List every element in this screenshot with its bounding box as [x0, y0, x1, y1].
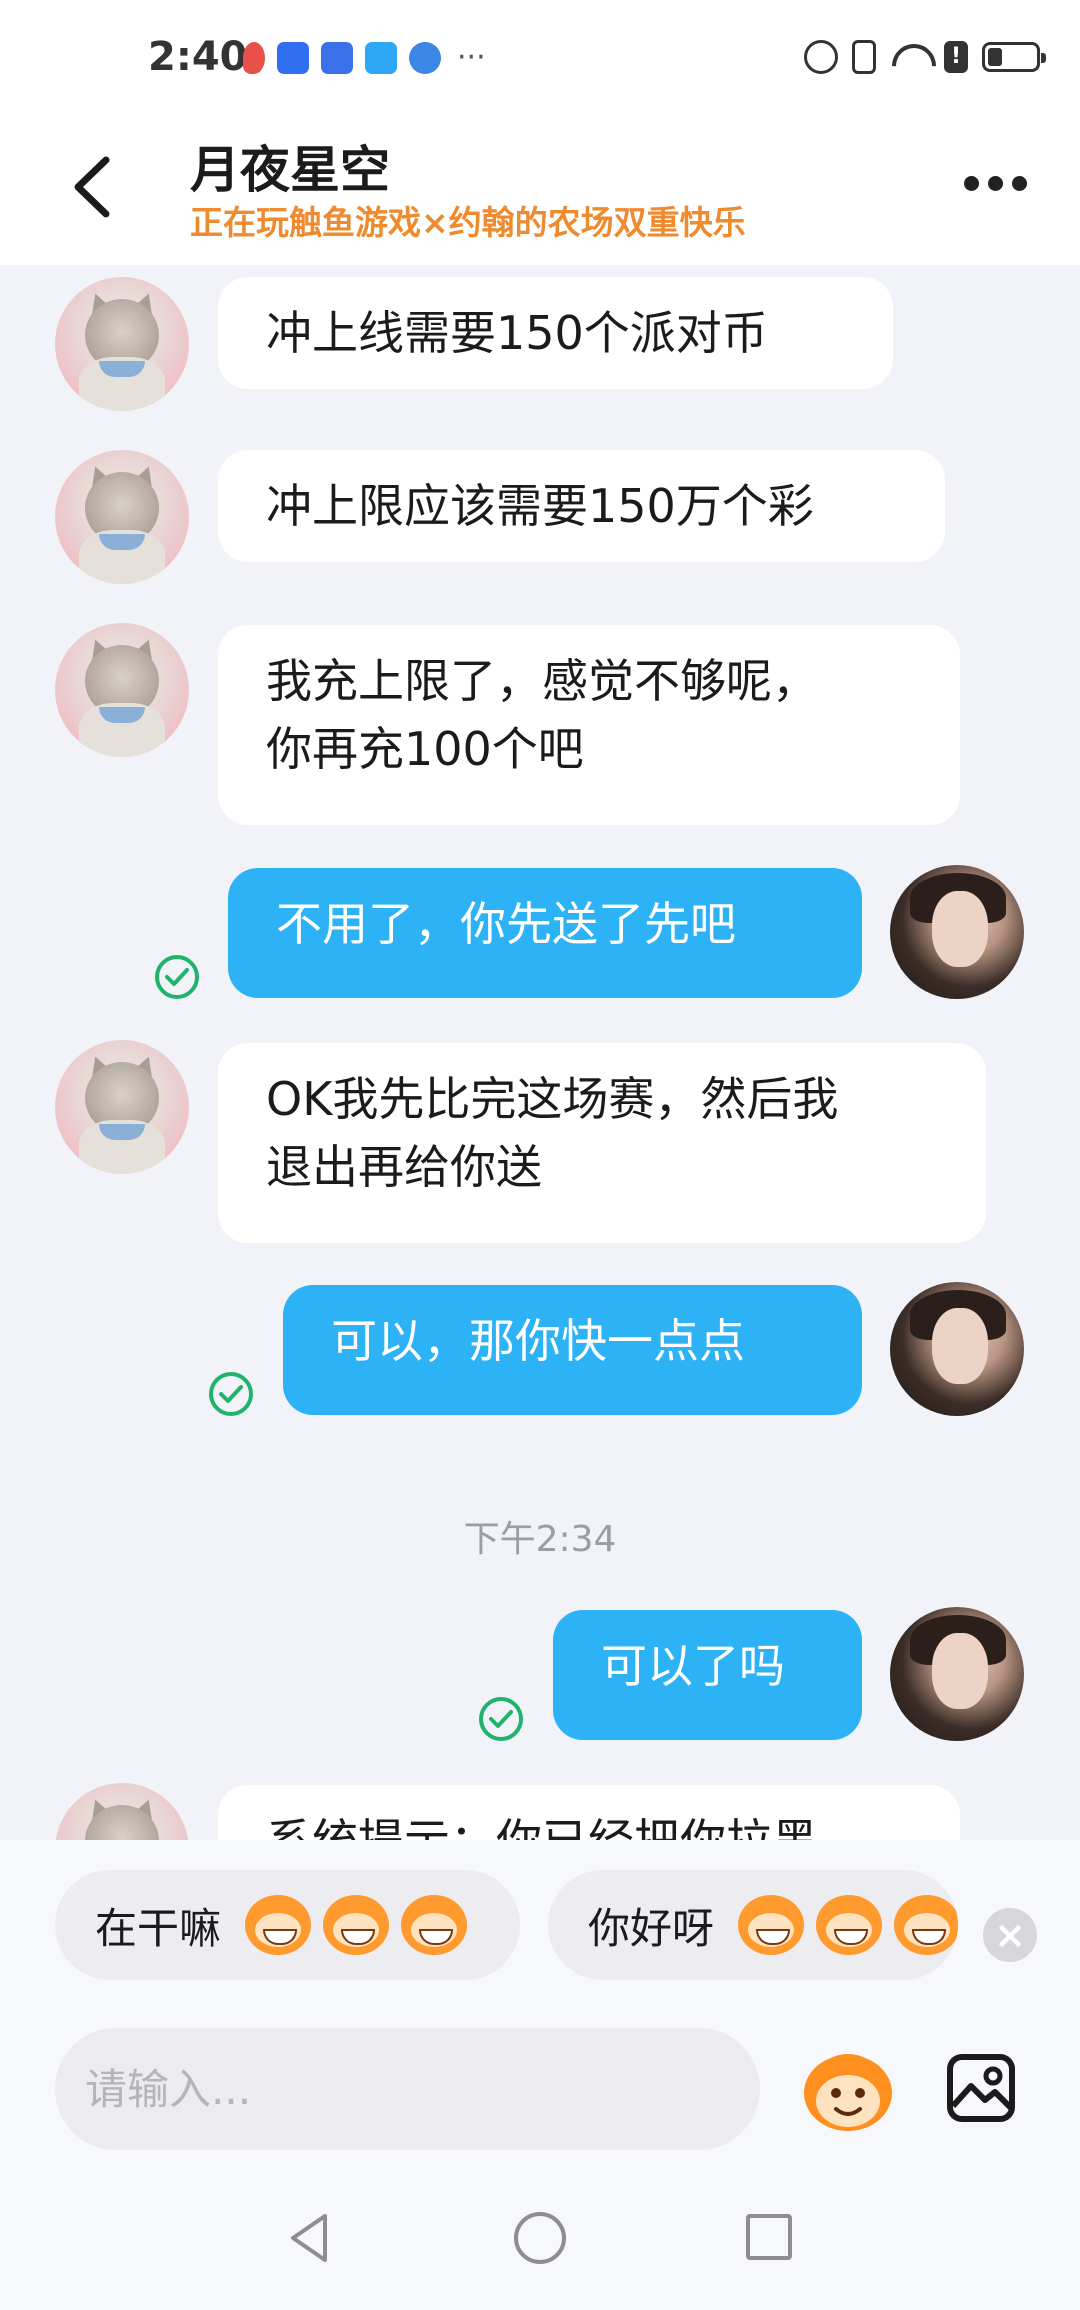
- read-check-icon: [155, 955, 199, 999]
- nav-home-icon[interactable]: [514, 2212, 566, 2264]
- quick-reply-bar: 在干嘛 你好呀 ×: [0, 1840, 1080, 2020]
- status-bar: 2:40 ··· !: [0, 0, 1080, 120]
- baidu-app-icon: [321, 42, 353, 74]
- contact-avatar[interactable]: [55, 277, 189, 411]
- quick-reply-label: 在干嘛: [95, 1903, 222, 1953]
- status-time: 2:40: [148, 34, 248, 80]
- notification-app-icon: [243, 42, 265, 74]
- image-gallery-icon[interactable]: [945, 2052, 1017, 2124]
- chat-header: 月夜星空 正在玩触鱼游戏×约翰的农场双重快乐: [0, 120, 1080, 265]
- contact-status: 正在玩触鱼游戏×约翰的农场双重快乐: [190, 203, 746, 242]
- more-notifications-icon: ···: [457, 40, 486, 75]
- system-icons: !: [804, 40, 1046, 74]
- contact-avatar[interactable]: [55, 623, 189, 757]
- contact-avatar[interactable]: [55, 1783, 189, 1840]
- contact-avatar[interactable]: [55, 450, 189, 584]
- chat-message-list[interactable]: 冲上线需要150个派对币 冲上限应该需要150万个彩 我充上限了，感觉不够呢， …: [0, 265, 1080, 1840]
- data-speed-icon: [804, 40, 838, 74]
- close-quick-replies-icon[interactable]: ×: [983, 1908, 1037, 1962]
- back-arrow-icon[interactable]: [64, 152, 124, 222]
- grinning-monkey-emoji-icon: [245, 1895, 312, 1955]
- incoming-message-bubble[interactable]: 冲上线需要150个派对币: [218, 277, 893, 389]
- user-avatar[interactable]: [890, 1607, 1024, 1741]
- read-check-icon: [479, 1697, 523, 1741]
- system-navigation-bar: [0, 2170, 1080, 2310]
- message-input-bar: [0, 2020, 1080, 2170]
- smiling-monkey-emoji-icon: [816, 1895, 883, 1955]
- message-input[interactable]: [55, 2028, 760, 2150]
- browser-app-icon: [409, 42, 441, 74]
- grinning-monkey-emoji-icon: [401, 1895, 468, 1955]
- incoming-message-bubble[interactable]: 冲上限应该需要150万个彩: [218, 450, 945, 562]
- nav-back-icon[interactable]: [285, 2210, 333, 2266]
- quick-reply-label: 你好呀: [588, 1903, 715, 1953]
- battery-icon: [982, 42, 1046, 72]
- notification-icons: ···: [243, 42, 486, 74]
- smiling-monkey-emoji-icon: [738, 1895, 805, 1955]
- smiling-monkey-emoji-icon: [894, 1895, 958, 1955]
- read-check-icon: [209, 1372, 253, 1416]
- user-avatar[interactable]: [890, 1282, 1024, 1416]
- lightbulb-app-icon: [277, 42, 309, 74]
- nav-recent-apps-icon[interactable]: [746, 2214, 792, 2260]
- wifi-icon: [890, 42, 930, 72]
- time-separator: 下午2:34: [463, 1519, 617, 1560]
- incoming-message-bubble[interactable]: 我充上限了，感觉不够呢， 你再充100个吧: [218, 625, 960, 825]
- outgoing-message-bubble[interactable]: 不用了，你先送了先吧: [228, 868, 862, 998]
- quick-reply-chip[interactable]: 在干嘛: [55, 1870, 520, 1980]
- quick-reply-chip[interactable]: 你好呀: [548, 1870, 958, 1980]
- search-app-icon: [365, 42, 397, 74]
- sticker-icon[interactable]: [800, 2045, 896, 2135]
- outgoing-message-bubble[interactable]: 可以，那你快一点点: [283, 1285, 862, 1415]
- incoming-message-bubble[interactable]: OK我先比完这场赛，然后我 退出再给你送: [218, 1043, 986, 1243]
- outgoing-message-bubble[interactable]: 可以了吗: [553, 1610, 862, 1740]
- contact-avatar[interactable]: [55, 1040, 189, 1174]
- vibrate-icon: [852, 40, 876, 74]
- grinning-monkey-emoji-icon: [323, 1895, 390, 1955]
- more-options-icon[interactable]: [964, 168, 1034, 198]
- user-avatar[interactable]: [890, 865, 1024, 999]
- contact-name[interactable]: 月夜星空: [190, 130, 390, 202]
- incoming-message-bubble[interactable]: 系统提示：你已经把你拉黑: [218, 1785, 960, 1840]
- signal-alert-icon: !: [944, 41, 968, 73]
